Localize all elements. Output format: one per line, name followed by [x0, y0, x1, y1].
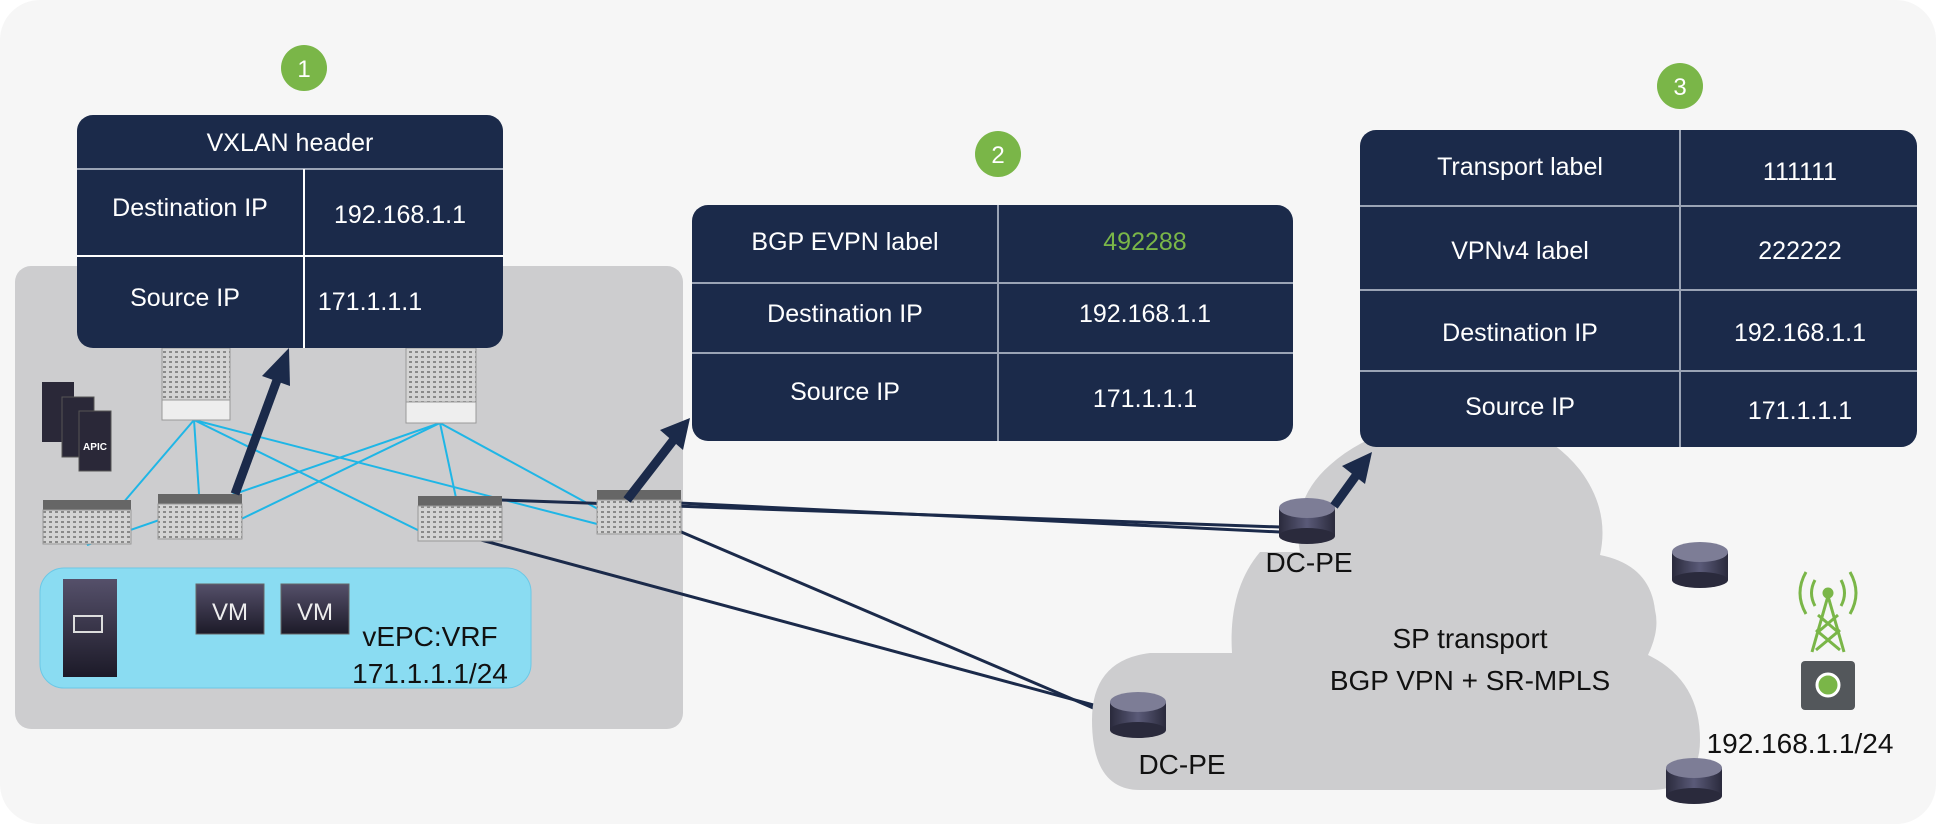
- network-diagram: APIC VM VM vEPC:VRF 171.1.1.1/24 SP tran…: [0, 0, 1936, 824]
- mpls-table: Transport label 111111 VPNv4 label 22222…: [1360, 130, 1917, 447]
- vm-icon: VM: [280, 583, 350, 635]
- table-title: VXLAN header: [207, 129, 374, 157]
- step-badge-2: 2: [975, 131, 1021, 177]
- row-label: VPNv4 label: [1451, 237, 1589, 265]
- row-value: 171.1.1.1: [1093, 385, 1197, 413]
- row-label: Destination IP: [767, 300, 923, 328]
- vxlan-header-table: VXLAN header Destination IP 192.168.1.1 …: [77, 115, 503, 348]
- router-icon: [1666, 758, 1722, 804]
- svg-text:2: 2: [991, 142, 1004, 169]
- apic-label: APIC: [83, 442, 107, 453]
- vrf-name: vEPC:VRF: [362, 621, 497, 652]
- router-icon: [1279, 498, 1335, 544]
- row-label: Transport label: [1437, 153, 1603, 181]
- cloud-title: SP transport: [1392, 623, 1547, 654]
- cloud-subtitle: BGP VPN + SR-MPLS: [1330, 665, 1610, 696]
- spine-switch: [405, 347, 477, 424]
- server-icon: [63, 579, 117, 677]
- row-label: Source IP: [130, 284, 240, 312]
- vm-label: VM: [212, 599, 248, 626]
- leaf-switch: [417, 496, 503, 542]
- leaf-switch: [42, 500, 132, 545]
- spine-switch: [161, 347, 231, 421]
- router-icon: [1110, 692, 1166, 738]
- remote-subnet: 192.168.1.1/24: [1707, 728, 1894, 759]
- vm-label: VM: [297, 599, 333, 626]
- row-value: 192.168.1.1: [334, 201, 466, 229]
- leaf-switch: [157, 494, 243, 540]
- row-value: 222222: [1758, 237, 1841, 265]
- row-value: 192.168.1.1: [1734, 319, 1866, 347]
- evpn-table: BGP EVPN label 492288 Destination IP 192…: [692, 205, 1293, 441]
- leaf-switch: [596, 490, 682, 535]
- pe-label-bottom: DC-PE: [1138, 749, 1225, 780]
- svg-text:1: 1: [297, 56, 310, 83]
- step-badge-1: 1: [281, 45, 327, 91]
- step-badge-3: 3: [1657, 63, 1703, 109]
- router-icon: [1672, 542, 1728, 588]
- row-value: 111111: [1763, 158, 1837, 186]
- row-label: Source IP: [1465, 393, 1575, 421]
- svg-text:3: 3: [1673, 74, 1686, 101]
- row-value: 192.168.1.1: [1079, 300, 1211, 328]
- evpn-label-value: 492288: [1103, 228, 1186, 256]
- row-label: Source IP: [790, 378, 900, 406]
- vm-icon: VM: [195, 583, 265, 635]
- row-label: Destination IP: [1442, 319, 1598, 347]
- vrf-subnet: 171.1.1.1/24: [352, 658, 508, 689]
- row-value: 171.1.1.1: [318, 288, 422, 316]
- row-label: Destination IP: [112, 194, 268, 222]
- pe-label-top: DC-PE: [1265, 547, 1352, 578]
- row-label: BGP EVPN label: [751, 228, 938, 256]
- row-value: 171.1.1.1: [1748, 397, 1852, 425]
- mobile-device-icon: [1801, 661, 1855, 710]
